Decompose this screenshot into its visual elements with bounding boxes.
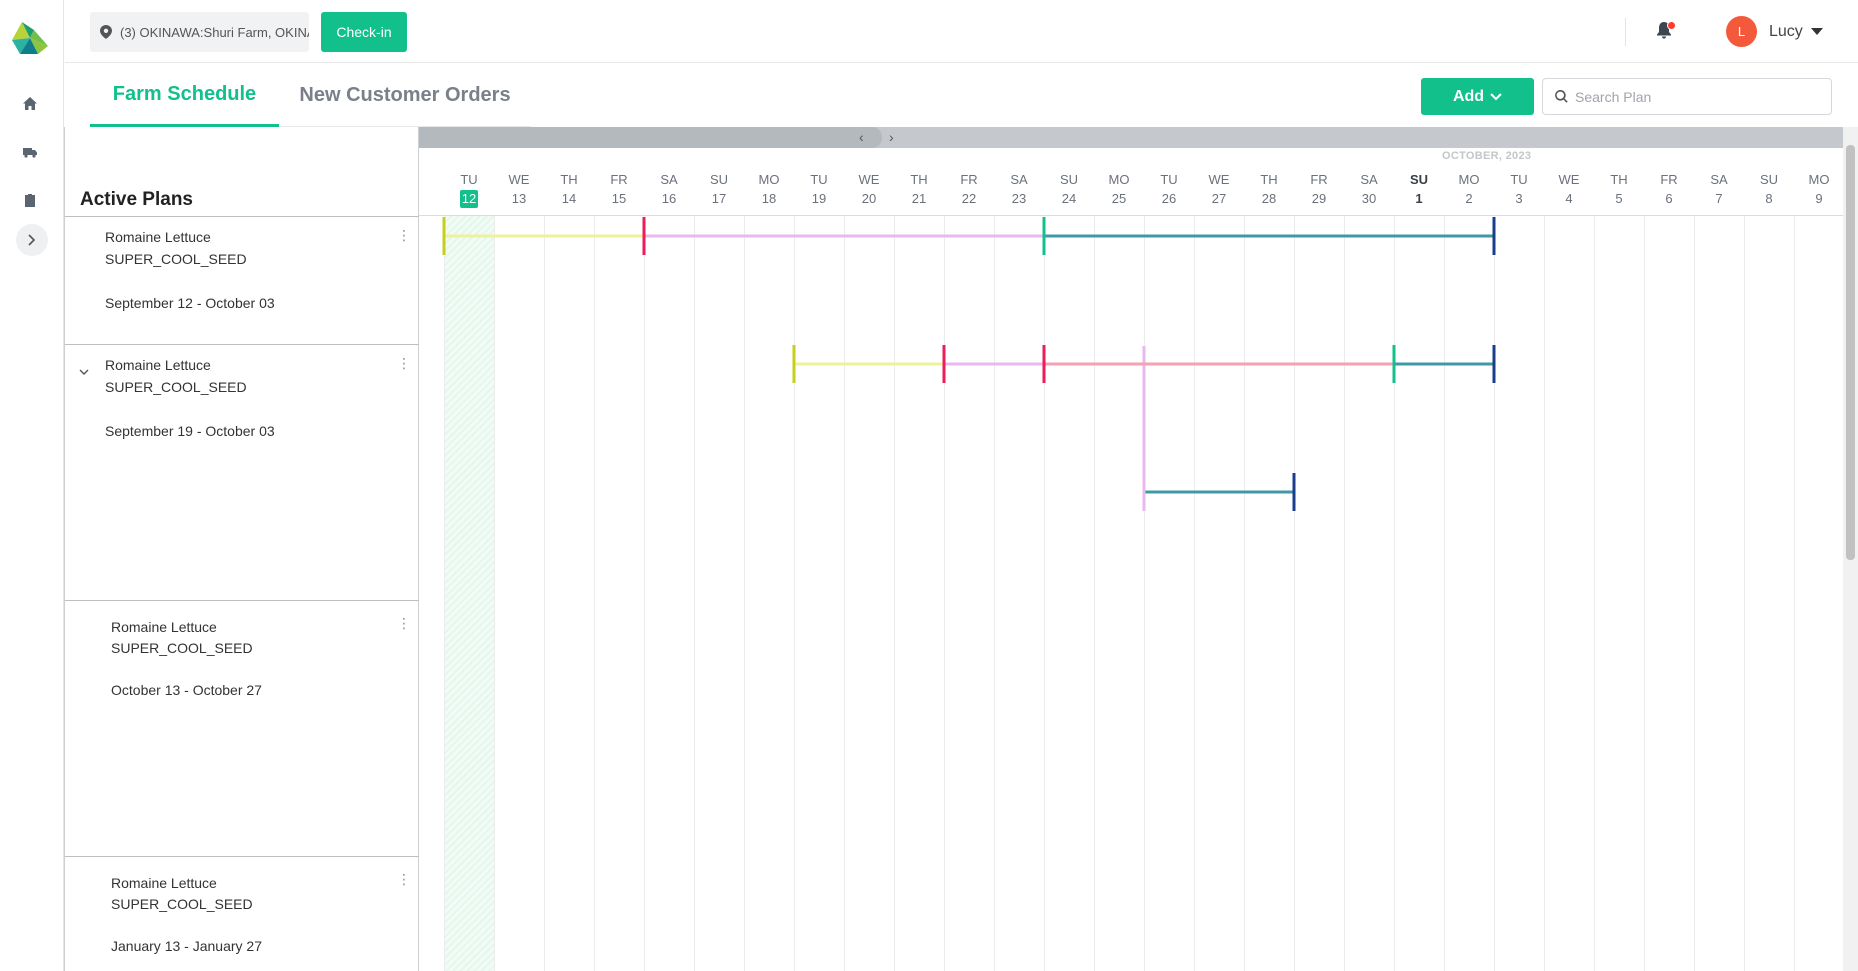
chevron-down-icon — [1490, 92, 1502, 100]
plan-dates: September 12 - October 03 — [105, 295, 275, 311]
farm-location-label: (3) OKINAWA:Shuri Farm, OKINAWA — [120, 24, 309, 40]
plan-dates: September 19 - October 03 — [105, 423, 275, 439]
plan-more-icon[interactable]: ⋮ — [397, 227, 411, 244]
search-placeholder: Search Plan — [1575, 88, 1652, 105]
expand-sidebar-button[interactable] — [16, 224, 48, 256]
plan-dates: October 13 - October 27 — [111, 682, 262, 698]
vertical-scrollbar[interactable] — [1843, 127, 1858, 971]
active-plans-title: Active Plans — [80, 189, 193, 210]
plan-seed: SUPER_COOL_SEED — [105, 379, 247, 395]
search-icon — [1555, 90, 1568, 103]
plan-more-icon[interactable]: ⋮ — [397, 615, 411, 632]
user-menu-caret-icon[interactable] — [1811, 28, 1823, 35]
plan-item[interactable]: Romaine Lettuce SUPER_COOL_SEED Septembe… — [65, 345, 419, 601]
farm-location-selector[interactable]: (3) OKINAWA:Shuri Farm, OKINAWA — [90, 12, 309, 52]
add-button[interactable]: Add — [1421, 78, 1534, 115]
plan-item[interactable]: Romaine Lettuce SUPER_COOL_SEED October … — [65, 601, 419, 857]
user-name[interactable]: Lucy — [1769, 23, 1803, 41]
tab-new-customer-orders[interactable]: New Customer Orders — [279, 64, 531, 127]
truck-icon[interactable] — [18, 140, 42, 164]
chevron-right-icon — [28, 234, 36, 246]
plan-seed: SUPER_COOL_SEED — [105, 251, 247, 267]
schedule-gantt: ‹ › OCTOBER, 2023 TU 12 WE 13 TH 14 FR 15 SA 16 SU… — [419, 127, 1845, 971]
plan-more-icon[interactable]: ⋮ — [397, 355, 411, 372]
plan-item[interactable]: Romaine Lettuce SUPER_COOL_SEED January … — [65, 857, 419, 971]
plan-crop-name: Romaine Lettuce — [105, 357, 211, 373]
tab-farm-schedule[interactable]: Farm Schedule — [90, 64, 279, 127]
active-plans-panel: Active Plans Romaine Lettuce SUPER_COOL_… — [64, 127, 419, 971]
app-logo[interactable] — [8, 16, 52, 58]
gantt-bars — [442, 217, 1496, 511]
notification-dot — [1667, 21, 1676, 30]
chevron-down-icon[interactable] — [79, 367, 89, 377]
plan-item[interactable]: Romaine Lettuce SUPER_COOL_SEED Septembe… — [65, 217, 419, 345]
plan-more-icon[interactable]: ⋮ — [397, 871, 411, 888]
plan-dates: January 13 - January 27 — [111, 938, 262, 954]
clipboard-icon[interactable] — [18, 188, 42, 212]
top-bar: (3) OKINAWA:Shuri Farm, OKINAWA Check-in… — [65, 0, 1858, 63]
search-plan-input[interactable]: Search Plan — [1542, 78, 1832, 115]
plan-crop-name: Romaine Lettuce — [111, 875, 217, 891]
plan-seed: SUPER_COOL_SEED — [111, 640, 253, 656]
left-rail — [0, 0, 64, 971]
plan-crop-name: Romaine Lettuce — [111, 619, 217, 635]
add-button-label: Add — [1452, 87, 1485, 105]
notifications-button[interactable] — [1654, 20, 1676, 42]
check-in-button[interactable]: Check-in — [321, 12, 407, 52]
plan-seed: SUPER_COOL_SEED — [111, 896, 253, 912]
location-pin-icon — [100, 25, 112, 39]
plan-crop-name: Romaine Lettuce — [105, 229, 211, 245]
avatar[interactable]: L — [1726, 16, 1757, 47]
home-icon[interactable] — [18, 92, 42, 116]
vertical-scroll-thumb[interactable] — [1846, 145, 1855, 560]
topbar-divider — [1625, 18, 1626, 46]
